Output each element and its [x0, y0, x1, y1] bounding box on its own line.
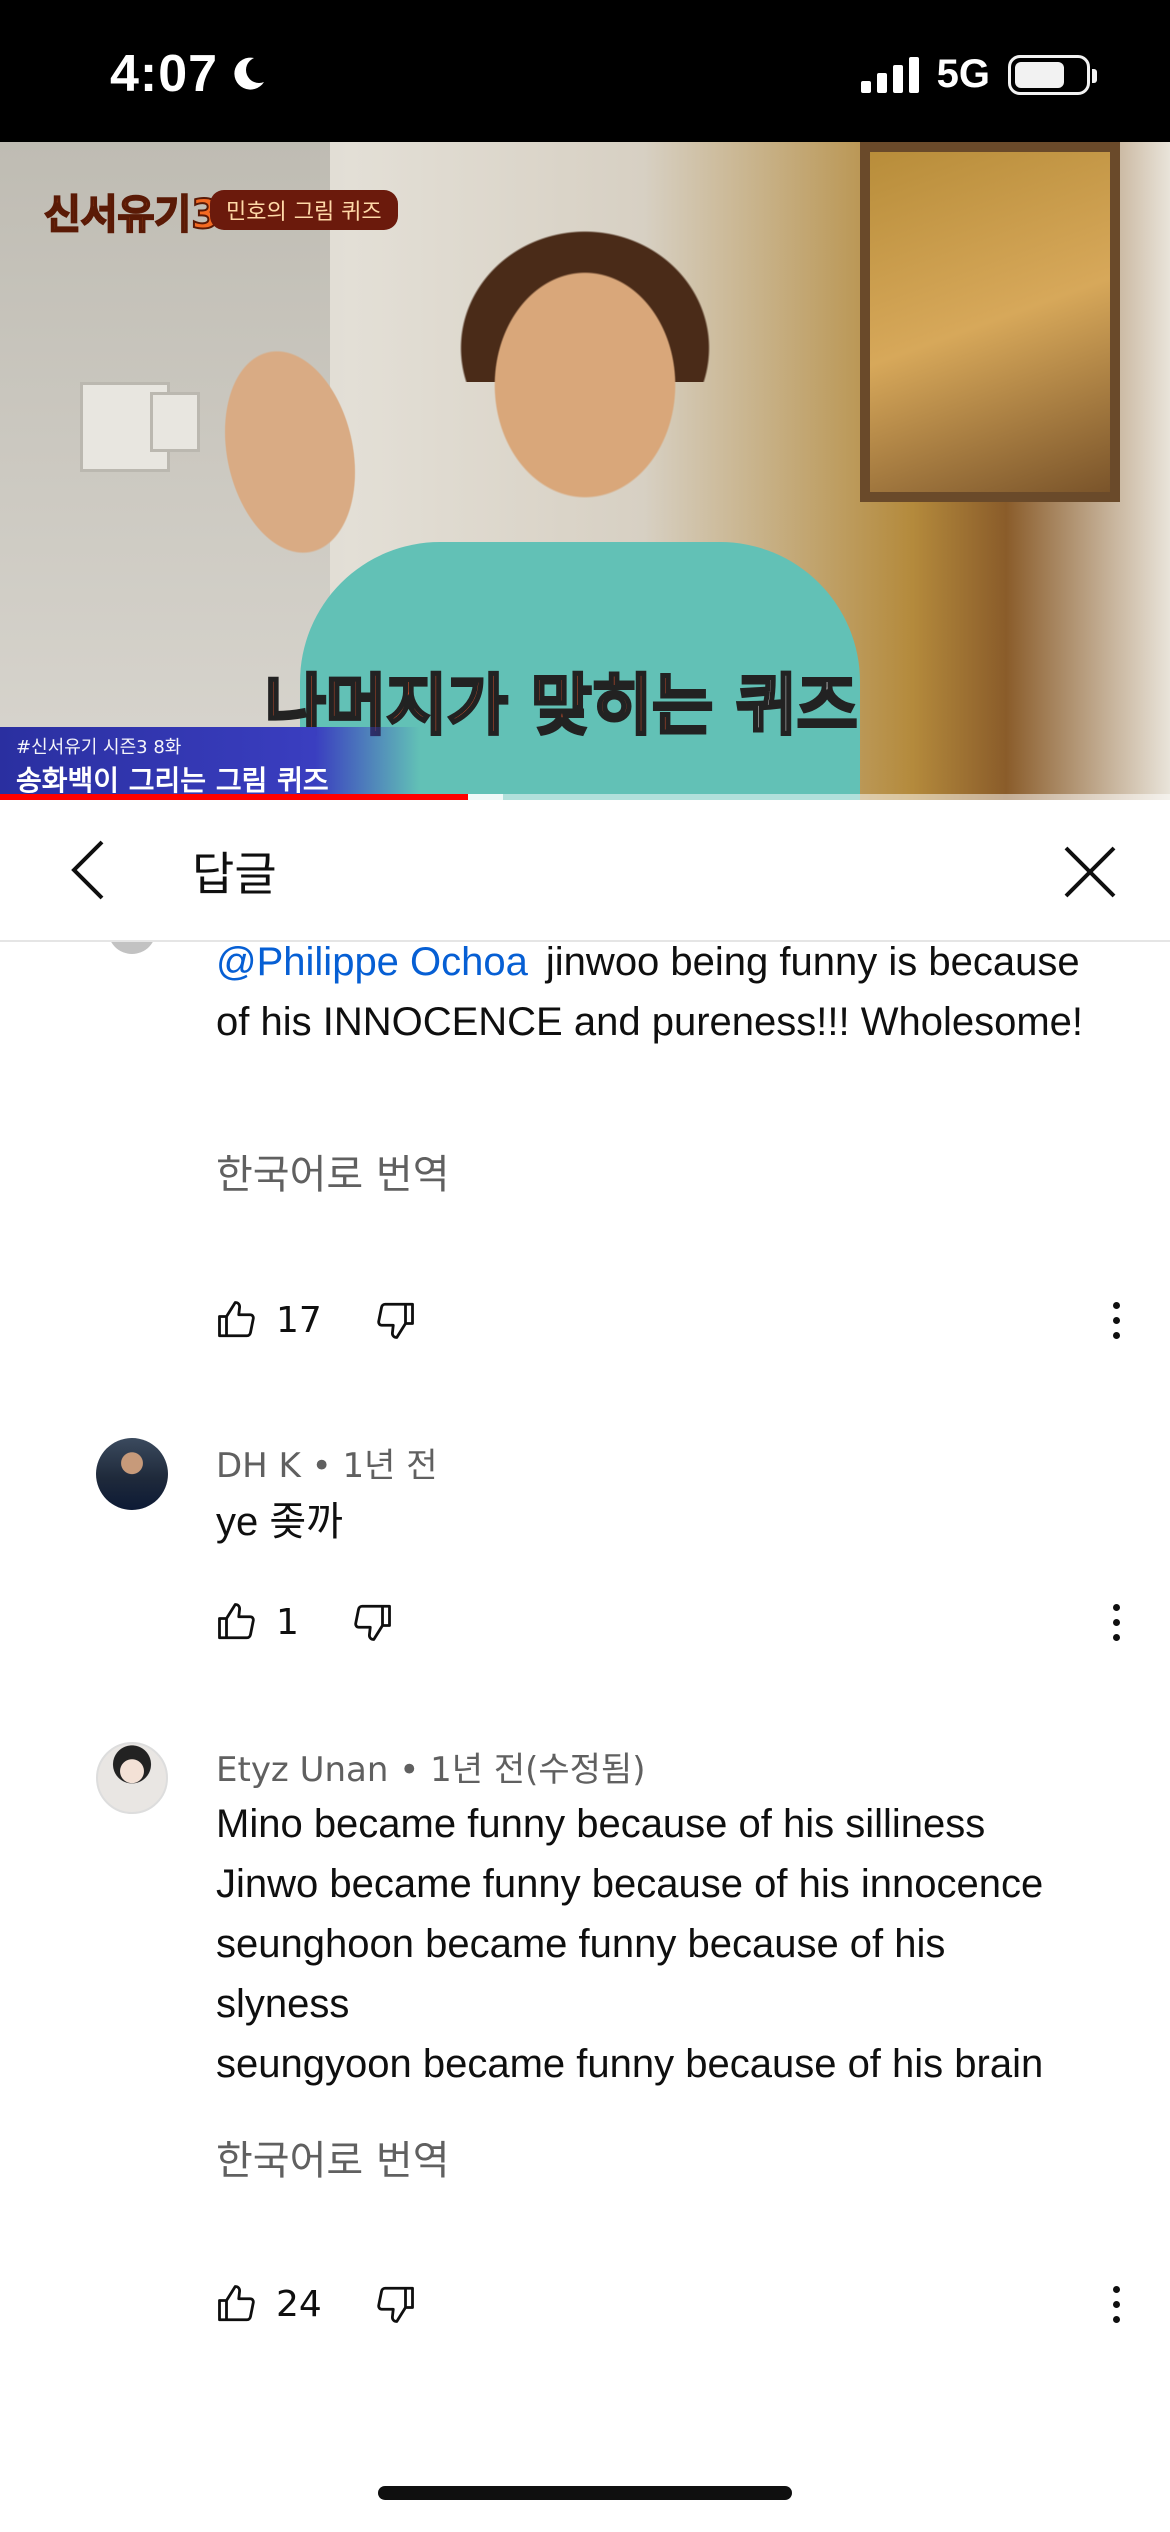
replies-header: 답글 — [0, 800, 1170, 942]
status-time: 4:07 — [110, 44, 268, 104]
like-button[interactable]: 24 — [216, 2283, 322, 2325]
dislike-button[interactable] — [374, 2283, 416, 2325]
replies-title: 답글 — [192, 847, 277, 901]
meta-separator: • — [311, 1446, 332, 1486]
more-options-button[interactable] — [1096, 1592, 1136, 1652]
avatar[interactable] — [96, 1742, 168, 1814]
close-icon — [1064, 846, 1116, 898]
translate-button[interactable]: 한국어로 번역 — [216, 1142, 450, 1200]
like-count: 24 — [276, 2283, 322, 2325]
mention-link[interactable]: @Philippe Ochoa — [216, 942, 528, 984]
home-indicator[interactable] — [378, 2486, 792, 2500]
thumbs-down-icon — [377, 2286, 414, 2323]
like-button[interactable]: 1 — [216, 1601, 299, 1643]
reply-text: ye 좆까 — [216, 1500, 343, 1544]
thumbs-up-icon — [218, 2285, 255, 2322]
reply-line: seunghoon became funny because of his — [216, 1922, 946, 1966]
close-button[interactable] — [1048, 830, 1132, 914]
network-type: 5G — [936, 52, 990, 96]
reply-actions: 1 — [216, 1592, 1136, 1652]
translate-button[interactable]: 한국어로 번역 — [216, 2128, 450, 2186]
show-tag: 민호의 그림 퀴즈 — [210, 190, 398, 230]
chevron-left-icon — [71, 840, 104, 900]
battery-icon — [1008, 54, 1097, 95]
reply-line: seungyoon became funny because of his br… — [216, 2042, 1044, 2086]
dislike-button[interactable] — [351, 1601, 393, 1643]
more-options-button[interactable] — [1096, 1290, 1136, 1350]
like-count: 17 — [276, 1299, 322, 1341]
video-player[interactable]: 신서유기3 민호의 그림 퀴즈 나머지가 맞히는 퀴즈 #신서유기 시즌3 8화… — [0, 142, 1170, 800]
lower-third-episode: #신서유기 시즌3 8화 — [16, 737, 182, 758]
thumbs-down-icon — [354, 1604, 391, 1641]
cellular-signal-icon — [860, 56, 919, 93]
author-name[interactable]: DH K — [216, 1446, 301, 1486]
reply-text: @Philippe Ochoa jinwoo being funny is bec… — [216, 942, 1116, 1052]
back-button[interactable] — [48, 830, 128, 910]
reply-list[interactable]: @Philippe Ochoa jinwoo being funny is bec… — [0, 942, 1170, 2442]
thumbs-down-icon — [377, 1302, 414, 1339]
more-options-button[interactable] — [1096, 2274, 1136, 2334]
painting-frame — [860, 142, 1120, 502]
reply-line: Mino became funny because of his silline… — [216, 1802, 986, 1846]
reply-line: Jinwo became funny because of his innoce… — [216, 1862, 1044, 1906]
reply-meta: Etyz Unan • 1년 전(수정됨) — [216, 1742, 645, 1791]
reply-line: slyness — [216, 1982, 350, 2026]
person-face — [470, 242, 700, 502]
reply-actions: 17 — [216, 1290, 1136, 1350]
more-vertical-icon — [1112, 1301, 1120, 1339]
reply-time: 1년 전(수정됨) — [430, 1750, 646, 1790]
reply-actions: 24 — [216, 2274, 1136, 2334]
reply-text: Mino became funny because of his silline… — [216, 1794, 1116, 2094]
status-indicators: 5G — [860, 52, 1097, 97]
more-vertical-icon — [1112, 2285, 1120, 2323]
reply-time: 1년 전 — [342, 1446, 438, 1486]
like-count: 1 — [276, 1601, 299, 1643]
meta-separator: • — [399, 1750, 420, 1790]
more-vertical-icon — [1112, 1603, 1120, 1641]
reply-meta: DH K • 1년 전 — [216, 1438, 438, 1487]
like-button[interactable]: 17 — [216, 1299, 322, 1341]
lower-third: #신서유기 시즌3 8화 송화백이 그리는 그림 퀴즈 — [0, 727, 420, 797]
thumbs-up-icon — [218, 1603, 255, 1640]
wall-switch-small — [150, 392, 200, 452]
moon-icon — [234, 57, 265, 90]
lower-third-title: 송화백이 그리는 그림 퀴즈 — [16, 764, 329, 797]
caption-white: 퀴즈 — [735, 666, 859, 746]
dislike-button[interactable] — [374, 1299, 416, 1341]
clock: 4:07 — [110, 45, 219, 103]
status-bar: 4:07 5G — [0, 0, 1170, 142]
show-logo: 신서유기3 — [43, 191, 220, 239]
avatar[interactable] — [96, 1438, 168, 1510]
avatar — [108, 942, 156, 954]
author-name[interactable]: Etyz Unan — [216, 1750, 388, 1790]
thumbs-up-icon — [218, 1301, 255, 1338]
